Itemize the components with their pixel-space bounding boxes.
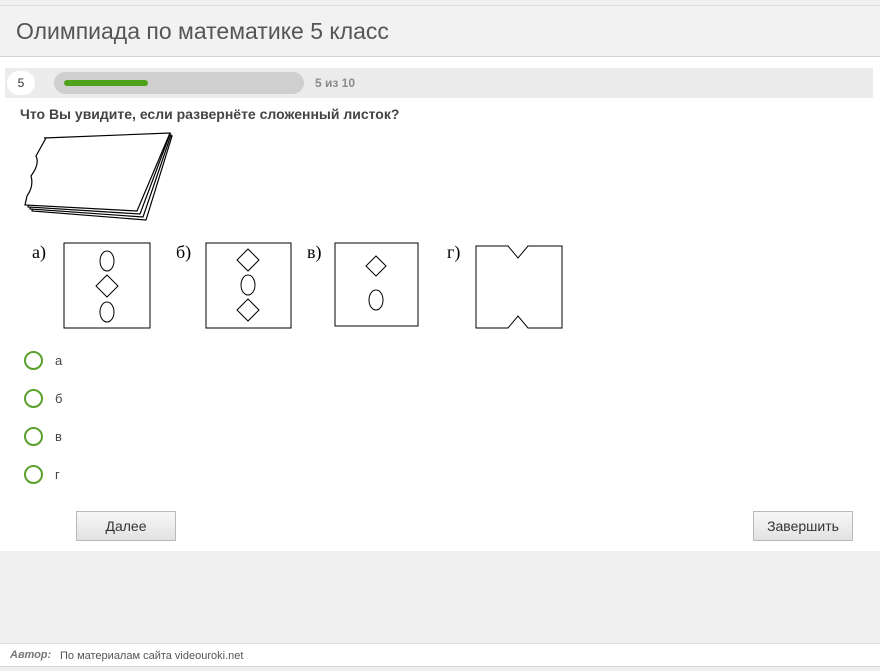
progress-bar xyxy=(54,72,304,94)
footer: Автор: По материалам сайта videouroki.ne… xyxy=(0,643,880,667)
question-number-badge: 5 xyxy=(7,71,35,95)
progress-text: 5 из 10 xyxy=(315,76,356,90)
question-text: Что Вы увидите, если развернёте сложенны… xyxy=(20,106,400,122)
answer-label: а xyxy=(55,353,63,368)
figure-label-g: г) xyxy=(447,242,460,263)
radio-button[interactable] xyxy=(24,465,43,484)
next-button[interactable]: Далее xyxy=(76,511,176,541)
progress-row: 5 5 из 10 xyxy=(5,68,873,98)
figure-label-b: б) xyxy=(176,242,191,263)
progress-bar-fill xyxy=(64,80,148,86)
folded-paper-figure xyxy=(24,132,173,221)
page-title: Олимпиада по математике 5 класс xyxy=(16,18,389,44)
answer-label: г xyxy=(55,467,60,482)
radio-button[interactable] xyxy=(24,389,43,408)
page-header: Олимпиада по математике 5 класс xyxy=(0,5,880,57)
answer-label: б xyxy=(55,391,63,406)
answer-label: в xyxy=(55,429,62,444)
answer-options-figure: а) б) в) г) xyxy=(32,242,563,329)
author-value: По материалам сайта videouroki.net xyxy=(60,650,244,662)
radio-button[interactable] xyxy=(24,427,43,446)
radio-button[interactable] xyxy=(24,351,43,370)
finish-button[interactable]: Завершить xyxy=(753,511,853,541)
figure-label-v: в) xyxy=(307,242,322,263)
quiz-panel: 5 5 из 10 Что Вы увидите, если развернёт… xyxy=(0,57,880,551)
author-label: Автор: xyxy=(10,649,52,661)
figure-label-a: а) xyxy=(32,242,46,263)
